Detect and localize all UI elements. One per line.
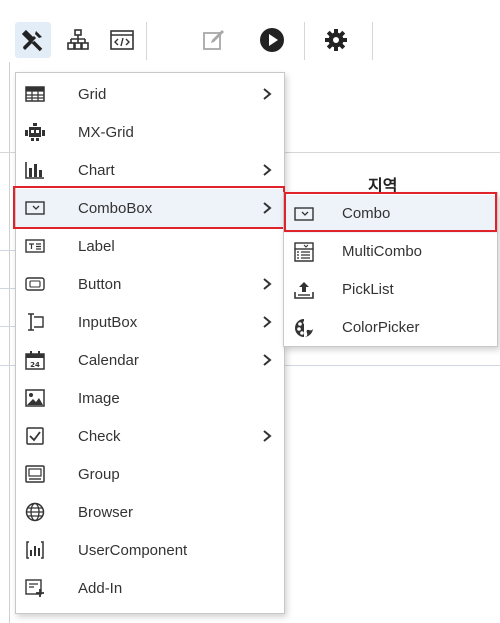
menu-item-label: Label [78,237,115,255]
page-left-border [9,62,10,623]
multicombo-icon [294,242,314,262]
hierarchy-button[interactable] [60,22,96,58]
run-button[interactable] [254,22,290,58]
menu-item-label: Calendar [78,351,139,369]
menu-item-label: Browser [78,503,134,521]
menu-item-label: Grid [78,85,107,103]
menu-item-chart[interactable]: Chart [16,151,284,189]
menu-item-add-in[interactable]: Add-In [16,569,284,607]
menu-item-inputbox[interactable]: InputBox [16,303,284,341]
menu-item-label: Check [78,427,121,445]
menu-item-user-component[interactable]: UserComponent [16,531,284,569]
picklist-icon [294,280,314,300]
add-in-icon [25,578,45,598]
menu-item-label: Image [78,389,120,407]
code-window-icon [110,30,134,50]
toolbar [0,0,500,72]
menu-item-browser[interactable]: Browser [16,493,284,531]
grid-row-line [0,365,15,366]
inputbox-icon [25,312,45,332]
chevron-right-icon [263,164,272,176]
grid-row-line [0,288,15,289]
svg-text:24: 24 [30,361,40,369]
chevron-right-icon [263,430,272,442]
menu-item-check[interactable]: Check [16,417,284,455]
combo-highlight-frame [284,192,497,232]
globe-icon [25,502,45,522]
checkbox-icon [25,426,45,446]
menu-item-group[interactable]: Group [16,455,284,493]
tools-icon [21,29,43,52]
tools-button[interactable] [15,22,51,58]
chevron-right-icon [263,354,272,366]
insert-component-menu: Grid MX-Grid Chart ComboBox Label Button [15,72,285,614]
menu-item-label: MX-Grid [78,123,134,141]
grid-row-line [0,326,15,327]
user-component-icon [25,540,45,560]
image-icon [25,388,45,408]
menu-item-label: Add-In [78,579,123,597]
color-palette-icon [294,318,314,338]
toolbar-separator [304,22,305,60]
grid-icon [25,84,45,104]
grid-header-line [283,152,500,153]
menu-item-label: Group [78,465,120,483]
calendar-icon: 24 [25,350,45,370]
menu-item-label: Button [78,275,122,293]
menu-item-label: InputBox [78,313,138,331]
grid-header-line [0,152,15,153]
code-window-button[interactable] [104,22,140,58]
bar-chart-icon [25,160,45,180]
hierarchy-icon [67,29,89,50]
menu-item-image[interactable]: Image [16,379,284,417]
edit-button[interactable] [196,22,232,58]
menu-item-grid[interactable]: Grid [16,75,284,113]
chevron-right-icon [263,88,272,100]
menu-item-button[interactable]: Button [16,265,284,303]
chevron-right-icon [263,278,272,290]
submenu-item-picklist[interactable]: PickList [284,271,497,309]
settings-button[interactable] [318,22,354,58]
menu-item-label-component[interactable]: Label [16,227,284,265]
grid-row-line [0,250,15,251]
play-icon [260,28,284,52]
menu-item-label: UserComponent [78,541,188,559]
menu-item-mx-grid[interactable]: MX-Grid [16,113,284,151]
menu-item-label: Chart [78,161,115,179]
combobox-highlight-frame [13,186,285,229]
chevron-right-icon [263,316,272,328]
submenu-item-multicombo[interactable]: MultiCombo [284,233,497,271]
submenu-item-label: MultiCombo [342,243,423,260]
button-icon [25,274,45,294]
menu-item-calendar[interactable]: 24 Calendar [16,341,284,379]
grid-row-line [283,365,500,366]
submenu-item-label: PickList [342,281,394,298]
robot-icon [25,122,45,142]
group-icon [25,464,45,484]
submenu-item-colorpicker[interactable]: ColorPicker [284,309,497,347]
edit-icon [203,30,224,50]
gear-icon [325,29,347,51]
toolbar-separator [146,22,147,60]
label-icon [25,236,45,256]
submenu-item-label: ColorPicker [342,319,420,336]
toolbar-separator [372,22,373,60]
